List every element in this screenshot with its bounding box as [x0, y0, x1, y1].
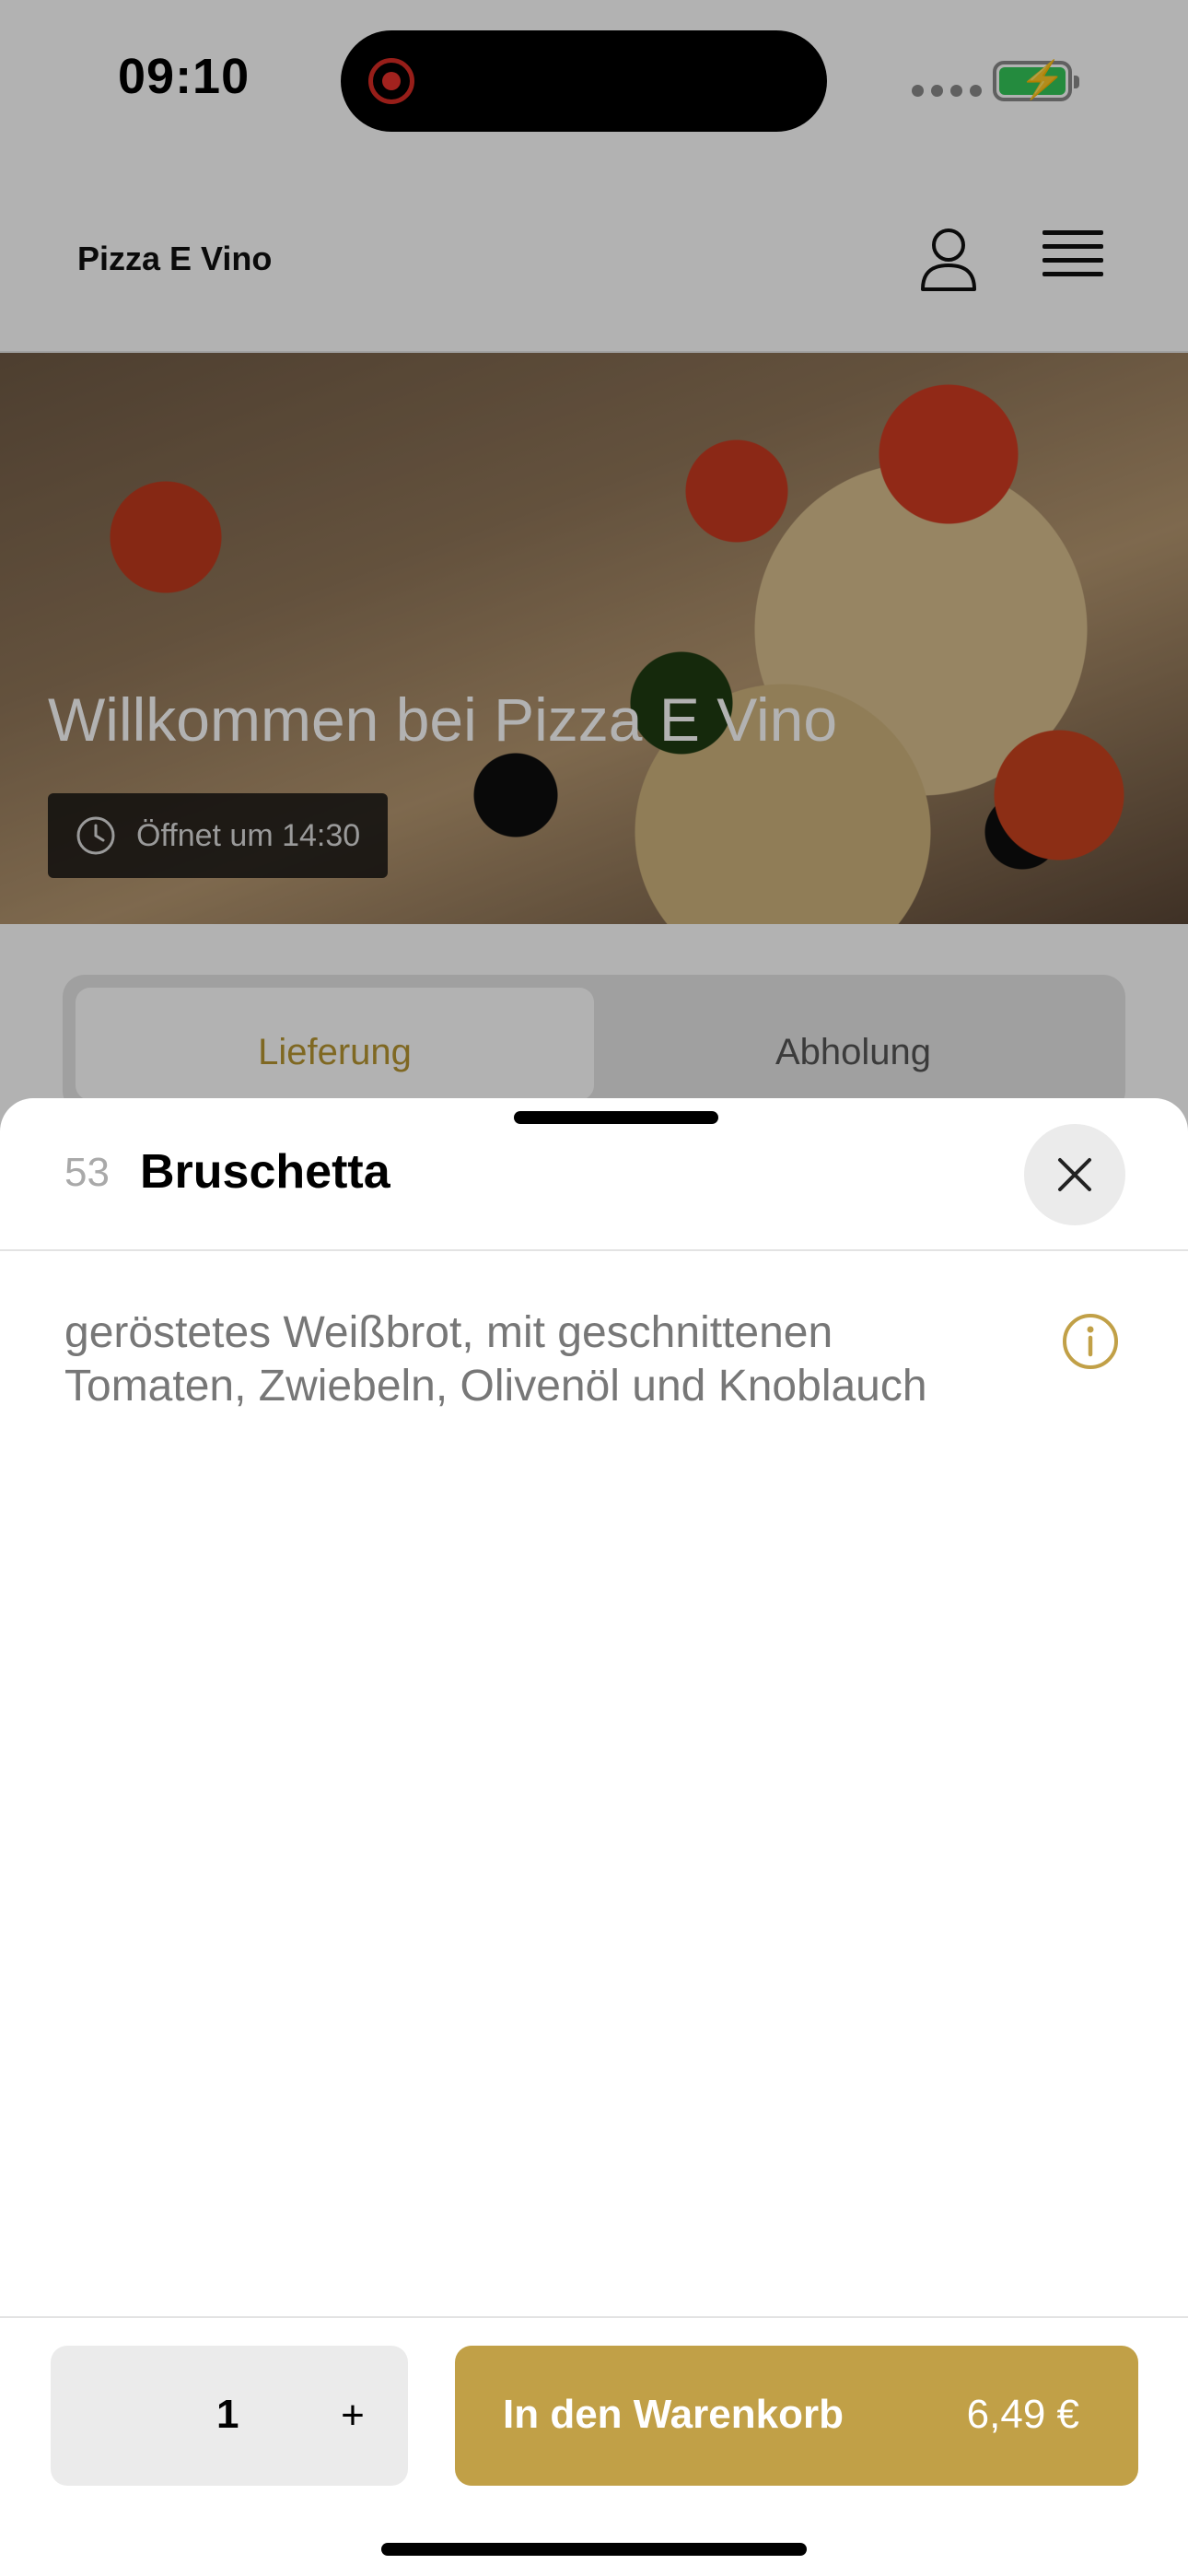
item-description: geröstetes Weißbrot, mit geschnittenen T… [64, 1308, 927, 1411]
info-icon[interactable] [1061, 1312, 1120, 1371]
close-icon [1058, 1158, 1091, 1191]
add-to-cart-label: In den Warenkorb [503, 2392, 844, 2437]
item-number: 53 [64, 1150, 110, 1195]
home-indicator [381, 2543, 807, 2556]
quantity-value: 1 [216, 2392, 239, 2437]
close-button[interactable] [1024, 1124, 1125, 1225]
sheet-footer: 1 + In den Warenkorb 6,49 € [0, 2316, 1188, 2576]
item-name: Bruschetta [140, 1145, 390, 1199]
item-detail-sheet: 53 Bruschetta geröstetes Weißbrot, mit g… [0, 1098, 1188, 2576]
item-price: 6,49 € [966, 2392, 1079, 2437]
sheet-header: 53 Bruschetta [0, 1098, 1188, 1251]
add-to-cart-button[interactable]: In den Warenkorb 6,49 € [455, 2346, 1138, 2486]
quantity-plus-button[interactable]: + [327, 2388, 379, 2443]
sheet-grabber[interactable] [514, 1111, 718, 1124]
quantity-stepper: 1 + [51, 2346, 408, 2486]
